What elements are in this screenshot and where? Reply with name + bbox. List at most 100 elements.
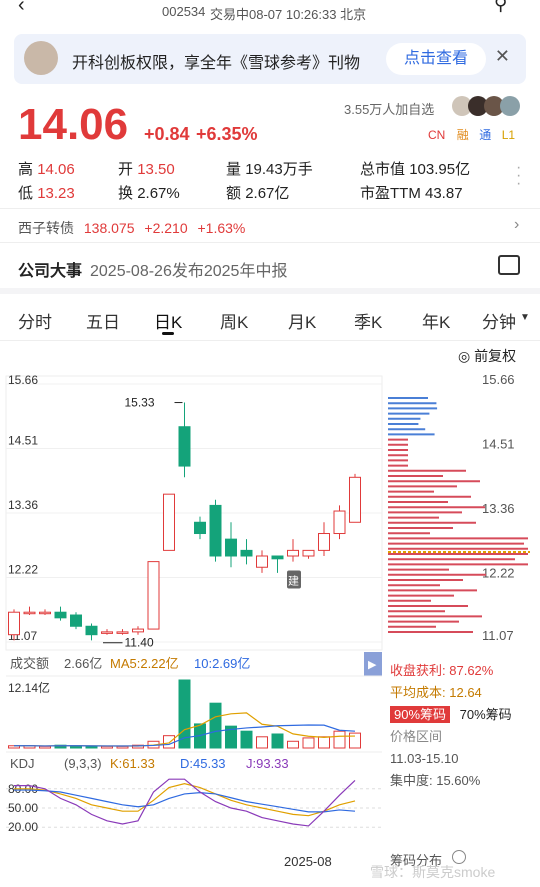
tag-l1: L1 bbox=[498, 127, 519, 143]
chip-y-tick-label: 12.22 bbox=[482, 566, 515, 581]
kdj-j-line bbox=[14, 778, 356, 827]
volume-bar bbox=[256, 736, 268, 749]
tag-connect: 通 bbox=[476, 125, 495, 144]
profit-label: 收盘获利: bbox=[390, 663, 446, 678]
promo-banner[interactable]: 开科创板权限，享全年《雪球参考》刊物 点击查看 ✕ bbox=[14, 34, 526, 84]
candle-body bbox=[302, 549, 315, 557]
candle-body bbox=[178, 426, 191, 467]
calendar-icon[interactable] bbox=[498, 255, 520, 275]
follower-avatars bbox=[452, 96, 532, 116]
section-gap bbox=[0, 288, 540, 294]
volume-bar bbox=[349, 732, 361, 749]
candle-body bbox=[39, 611, 51, 615]
cost-label: 平均成本: bbox=[390, 685, 446, 700]
chip-70-button[interactable]: 70%筹码 bbox=[460, 707, 512, 722]
candle-body bbox=[23, 611, 36, 615]
tab-weekly[interactable]: 周K bbox=[220, 308, 248, 333]
mark-label: 建 bbox=[288, 573, 299, 587]
candle-body bbox=[240, 549, 253, 557]
adjust-toggle[interactable]: ◎ 前复权 bbox=[458, 346, 516, 366]
close-icon[interactable]: ✕ bbox=[495, 46, 510, 67]
ma5-label: MA5:2.22亿 bbox=[110, 656, 179, 671]
amount-label: 额 bbox=[226, 185, 242, 202]
candle-body bbox=[349, 476, 361, 523]
high-label: 高 bbox=[18, 161, 34, 178]
tab-yearly[interactable]: 年K bbox=[422, 308, 450, 333]
more-icon[interactable]: · · · bbox=[516, 160, 521, 192]
kdj-params: (9,3,3) bbox=[64, 756, 102, 771]
back-icon[interactable]: ‹ bbox=[18, 0, 25, 17]
chip-y-tick-label: 13.36 bbox=[482, 501, 515, 516]
promo-view-button[interactable]: 点击查看 bbox=[386, 43, 486, 75]
settings-icon: ◎ bbox=[458, 348, 471, 364]
candle-body bbox=[333, 510, 346, 535]
max-price-label: 15.33 bbox=[125, 396, 155, 410]
market-cap-value: 103.95亿 bbox=[409, 161, 471, 178]
stock-tags: CN 融 通 L1 bbox=[424, 125, 519, 144]
amount-value: 2.67亿 bbox=[245, 185, 290, 202]
volume-max-label: 12.14亿 bbox=[8, 680, 50, 695]
tag-cn: CN bbox=[424, 126, 450, 144]
adjust-label: 前复权 bbox=[474, 348, 517, 364]
tab-intraday[interactable]: 分时 bbox=[18, 308, 52, 333]
price-change: +0.84 bbox=[144, 124, 190, 144]
low-label: 低 bbox=[18, 185, 34, 202]
price-change-pct: +6.35% bbox=[196, 124, 258, 144]
candle-body bbox=[116, 631, 129, 634]
chip-90-button[interactable]: 90%筹码 bbox=[390, 706, 451, 723]
cost-value: 12.64 bbox=[449, 685, 482, 700]
candle-body bbox=[256, 555, 268, 568]
candle-body bbox=[54, 611, 67, 619]
watermark: 雪球：斯莫克smoke bbox=[370, 864, 496, 880]
low-value: 13.23 bbox=[37, 185, 75, 202]
bond-change: +2.210 bbox=[144, 220, 188, 236]
tab-5day[interactable]: 五日 bbox=[86, 308, 120, 333]
pe-value: 43.87 bbox=[425, 185, 463, 202]
followers-count: 3.55万人加自选 bbox=[344, 102, 435, 117]
tab-minute[interactable]: 分钟 bbox=[482, 308, 516, 333]
divider bbox=[0, 242, 540, 243]
trade-status: 交易中08-07 10:26:33 北京 bbox=[210, 7, 367, 22]
y-tick-label: 14.51 bbox=[8, 434, 38, 448]
candle-body bbox=[163, 493, 175, 551]
kdj-j: J:93.33 bbox=[246, 756, 289, 771]
chip-panel: 收盘获利: 87.62% 平均成本: 12.64 90%筹码 70%筹码 价格区… bbox=[390, 660, 540, 792]
bond-name: 西子转债 bbox=[18, 220, 74, 236]
candle-body bbox=[194, 521, 206, 535]
stock-code: 002534 bbox=[162, 4, 206, 19]
kdj-k: K:61.33 bbox=[110, 756, 155, 771]
tab-daily[interactable]: 日K bbox=[154, 308, 182, 333]
chevron-right-icon[interactable]: › bbox=[514, 216, 519, 234]
tab-monthly[interactable]: 月K bbox=[288, 308, 316, 333]
profit-value: 87.62% bbox=[449, 663, 494, 678]
caret-down-icon[interactable]: ▼ bbox=[520, 312, 530, 323]
kline-chart[interactable]: 15.66 15.66 14.51 14.51 13.36 13.36 12.22 12.22… bbox=[0, 368, 540, 887]
min-price-label: 11.40 bbox=[125, 636, 154, 650]
candle-body bbox=[318, 533, 330, 551]
volume-value: 19.43万手 bbox=[245, 161, 313, 178]
divider bbox=[0, 208, 540, 209]
turnover-value: 2.67% bbox=[137, 185, 180, 202]
volume-bar bbox=[302, 737, 315, 749]
volume-bar bbox=[163, 735, 175, 749]
concentration: 集中度: 15.60% bbox=[390, 773, 481, 788]
candle-body bbox=[271, 555, 284, 560]
volume-bar bbox=[318, 736, 330, 749]
ma10-label: 10:2.69亿 bbox=[194, 656, 250, 671]
events-text[interactable]: 2025-08-26发布2025年中报 bbox=[90, 257, 287, 281]
bond-row[interactable]: 西子转债 138.075 +2.210 +1.63% bbox=[18, 218, 245, 238]
y-tick-label: 13.36 bbox=[8, 498, 38, 512]
divider bbox=[0, 340, 540, 341]
volume-bar bbox=[209, 702, 222, 749]
pe-label: 市盈TTM bbox=[360, 185, 421, 202]
search-icon[interactable]: ⚲ bbox=[494, 0, 507, 15]
candle-body bbox=[225, 538, 237, 557]
current-price: 14.06 bbox=[18, 100, 129, 149]
candle-body bbox=[8, 611, 20, 636]
avatar bbox=[24, 41, 58, 75]
tab-quarterly[interactable]: 季K bbox=[354, 308, 382, 333]
chip-y-tick-label: 15.66 bbox=[482, 372, 515, 387]
chip-y-tick-label: 14.51 bbox=[482, 437, 515, 452]
bond-price: 138.075 bbox=[83, 220, 135, 236]
open-value: 13.50 bbox=[137, 161, 175, 178]
